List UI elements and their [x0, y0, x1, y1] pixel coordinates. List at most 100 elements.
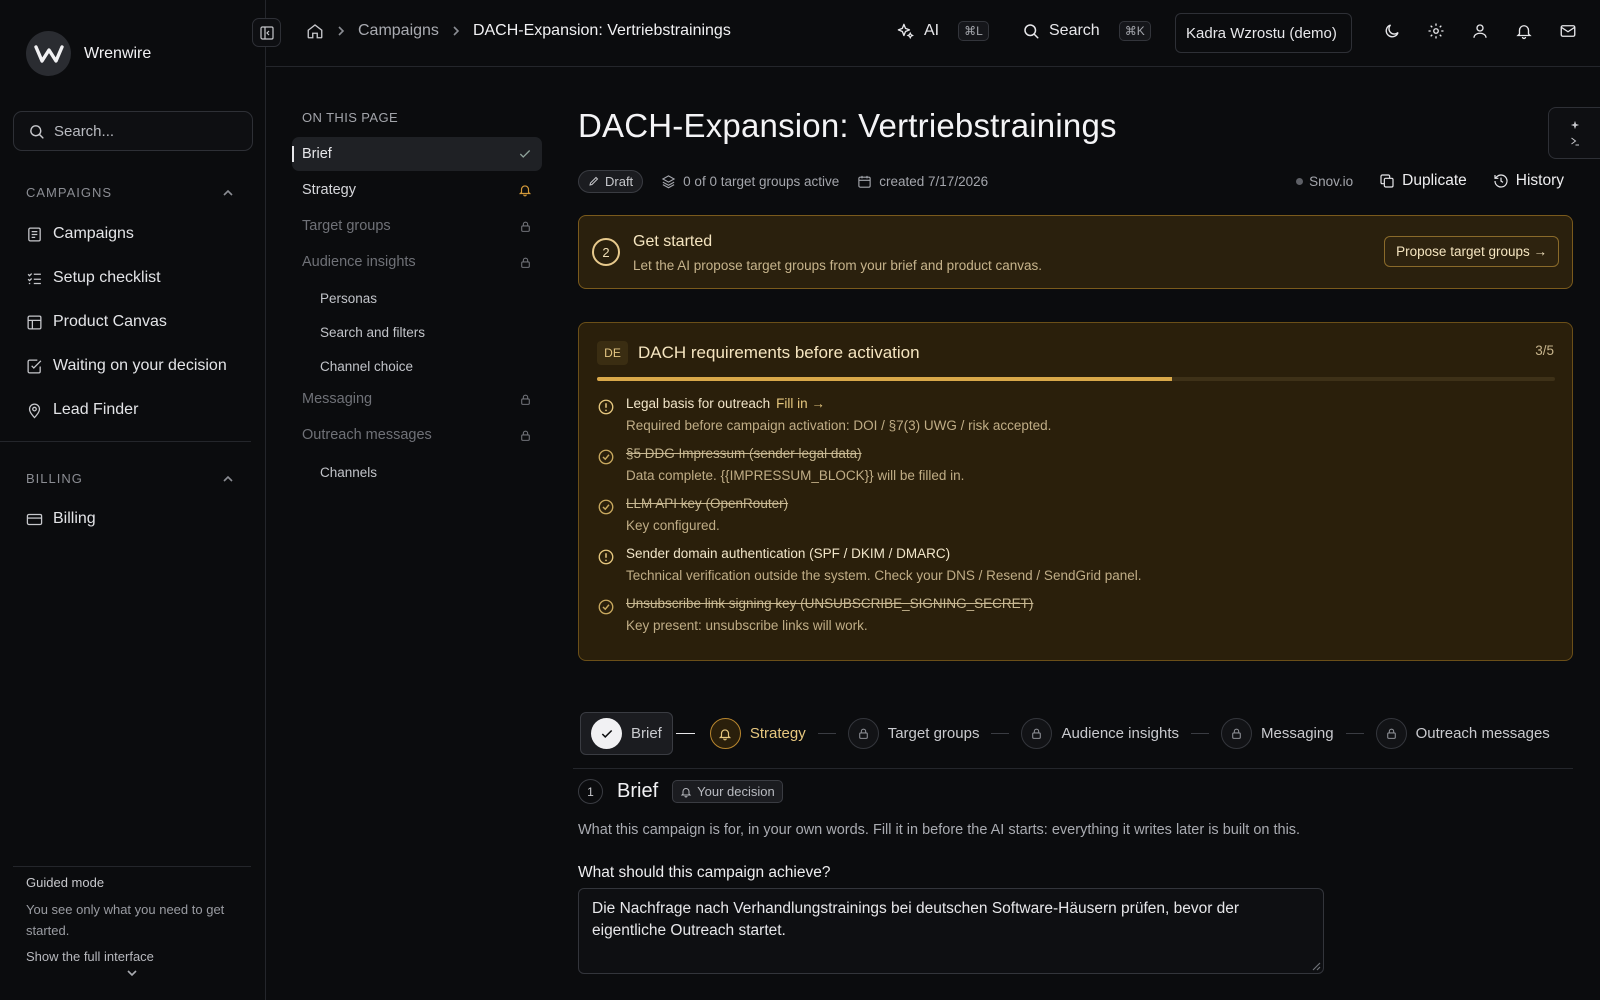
requirement-title: Legal basis for outreach Fill in → — [626, 396, 825, 411]
theme-toggle-button[interactable] — [1370, 22, 1414, 40]
toc-item-messaging[interactable]: Messaging — [292, 382, 542, 416]
propose-target-groups-button[interactable]: Propose target groups → — [1384, 236, 1559, 267]
section-header-campaigns[interactable]: CAMPAIGNS — [26, 185, 234, 200]
toc-subitem-channel-choice[interactable]: Channel choice — [320, 359, 413, 374]
sidebar-item-label: Lead Finder — [53, 401, 139, 418]
settings-button[interactable] — [1414, 22, 1458, 40]
requirement-title: Sender domain authentication (SPF / DKIM… — [626, 546, 951, 561]
status-label: Draft — [605, 173, 634, 189]
ai-label: AI — [924, 22, 940, 39]
stepper-divider — [573, 768, 1573, 769]
breadcrumb-campaigns[interactable]: Campaigns — [358, 22, 439, 40]
toc-item-audience-insights[interactable]: Audience insights — [292, 245, 542, 279]
chevron-down-icon[interactable] — [126, 968, 138, 978]
step-brief[interactable]: Brief — [580, 712, 673, 755]
requirement-title-text: Legal basis for outreach — [626, 396, 771, 411]
step-target-groups[interactable]: Target groups — [847, 718, 979, 749]
lock-icon — [1021, 718, 1053, 749]
lock-icon — [521, 394, 530, 405]
assistant-panel-toggle[interactable] — [1548, 107, 1600, 159]
page-title: DACH-Expansion: Vertriebstrainings — [578, 107, 1117, 144]
bell-icon — [680, 787, 692, 797]
toc-item-target-groups[interactable]: Target groups — [292, 209, 542, 243]
badge-label: Your decision — [697, 784, 775, 799]
breadcrumb-current: DACH-Expansion: Vertriebstrainings — [472, 22, 731, 39]
toc-item-strategy[interactable]: Strategy — [292, 173, 542, 207]
brief-section-header: 1 Brief Your decision — [578, 779, 783, 804]
requirement-subtitle: Data complete. {{IMPRESSUM_BLOCK}} will … — [626, 468, 965, 483]
show-full-interface-link[interactable]: Show the full interface — [26, 949, 246, 964]
provider-status-dot — [1296, 177, 1304, 185]
toc-item-label: Strategy — [302, 182, 356, 198]
search-icon — [1024, 24, 1039, 39]
user-icon — [1473, 24, 1487, 38]
brand[interactable]: Wrenwire — [26, 31, 151, 76]
app-name: Wrenwire — [84, 44, 152, 62]
section-number: 1 — [578, 779, 603, 804]
top-bar: Campaigns DACH-Expansion: Vertriebstrain… — [252, 0, 1600, 67]
credit-card-icon — [26, 513, 43, 525]
sidebar-item-billing[interactable]: Billing — [26, 508, 96, 530]
lock-icon — [847, 718, 879, 749]
requirement-subtitle: Technical verification outside the syste… — [626, 568, 1142, 583]
requirement-title: §5 DDG Impressum (sender legal data) — [626, 446, 862, 461]
step-messaging[interactable]: Messaging — [1221, 718, 1334, 749]
workspace-name: Kadra Wzrostu (demo) — [1186, 24, 1337, 42]
duplicate-button[interactable]: Duplicate — [1379, 172, 1467, 190]
sidebar-item-setup-checklist[interactable]: Setup checklist — [26, 267, 161, 289]
profile-button[interactable] — [1458, 22, 1502, 40]
sidebar-item-waiting-on-decision[interactable]: Waiting on your decision — [26, 355, 227, 377]
requirement-subtitle: Key configured. — [626, 518, 720, 533]
global-search-button[interactable]: Search ⌘K — [1022, 21, 1151, 41]
dach-requirements-count: 3/5 — [1535, 343, 1554, 358]
campaign-goal-field[interactable]: Die Nachfrage nach Verhandlungstrainings… — [578, 888, 1324, 974]
dach-requirements-title: DACH requirements before activation — [638, 343, 920, 362]
sidebar-item-lead-finder[interactable]: Lead Finder — [26, 399, 138, 421]
toc-item-outreach-messages[interactable]: Outreach messages — [292, 418, 542, 452]
pencil-icon — [589, 176, 599, 186]
notifications-button[interactable] — [1502, 22, 1546, 40]
sidebar-item-product-canvas[interactable]: Product Canvas — [26, 311, 167, 333]
requirement-subtitle: Required before campaign activation: DOI… — [626, 418, 1052, 433]
step-label: Brief — [631, 725, 662, 742]
provider-name: Snov.io — [1309, 173, 1354, 189]
section-title: BILLING — [26, 471, 83, 486]
checklist-icon — [27, 272, 41, 284]
section-title: CAMPAIGNS — [26, 185, 113, 200]
requirement-subtitle: Key present: unsubscribe links will work… — [626, 618, 868, 633]
get-started-title: Get started — [633, 233, 713, 250]
alert-circle-icon — [598, 549, 614, 565]
toc-item-brief[interactable]: Brief — [292, 137, 542, 171]
resize-handle-icon[interactable] — [1312, 962, 1321, 971]
alert-circle-icon — [598, 399, 614, 415]
sidebar-item-campaigns[interactable]: Campaigns — [26, 223, 134, 245]
workspace-switcher[interactable]: Kadra Wzrostu (demo) — [1175, 13, 1352, 53]
chevron-right-icon — [338, 26, 345, 36]
inbox-button[interactable] — [1546, 22, 1590, 40]
list-doc-icon — [28, 226, 41, 242]
target-groups-text: 0 of 0 target groups active — [683, 173, 840, 189]
step-audience-insights[interactable]: Audience insights — [1021, 718, 1179, 749]
step-number: 2 — [592, 238, 620, 266]
bell-icon — [1516, 25, 1532, 40]
terminal-icon — [1570, 137, 1579, 145]
history-label: History — [1515, 172, 1564, 189]
ai-button[interactable]: AI ⌘L — [896, 21, 989, 41]
map-pin-icon — [28, 403, 41, 418]
toc-subitem-search-filters[interactable]: Search and filters — [320, 325, 425, 340]
toc-subitem-channels[interactable]: Channels — [320, 465, 377, 480]
sidebar-search-input[interactable]: Search... — [13, 111, 253, 151]
toc-subitem-personas[interactable]: Personas — [320, 291, 377, 306]
step-strategy[interactable]: Strategy — [709, 718, 806, 749]
chevron-up-icon — [223, 189, 233, 196]
sidebar: Wrenwire Search... CAMPAIGNS Campaigns S… — [0, 0, 266, 1000]
step-outreach-messages[interactable]: Outreach messages — [1375, 718, 1550, 749]
chevron-up-icon — [223, 475, 233, 482]
history-button[interactable]: History — [1493, 172, 1564, 190]
fill-in-link[interactable]: Fill in → — [776, 396, 825, 411]
layout-icon — [27, 314, 42, 330]
sidebar-divider — [0, 441, 251, 442]
collapse-sidebar-button[interactable] — [252, 18, 281, 47]
section-header-billing[interactable]: BILLING — [26, 471, 234, 486]
home-icon[interactable] — [306, 22, 324, 40]
